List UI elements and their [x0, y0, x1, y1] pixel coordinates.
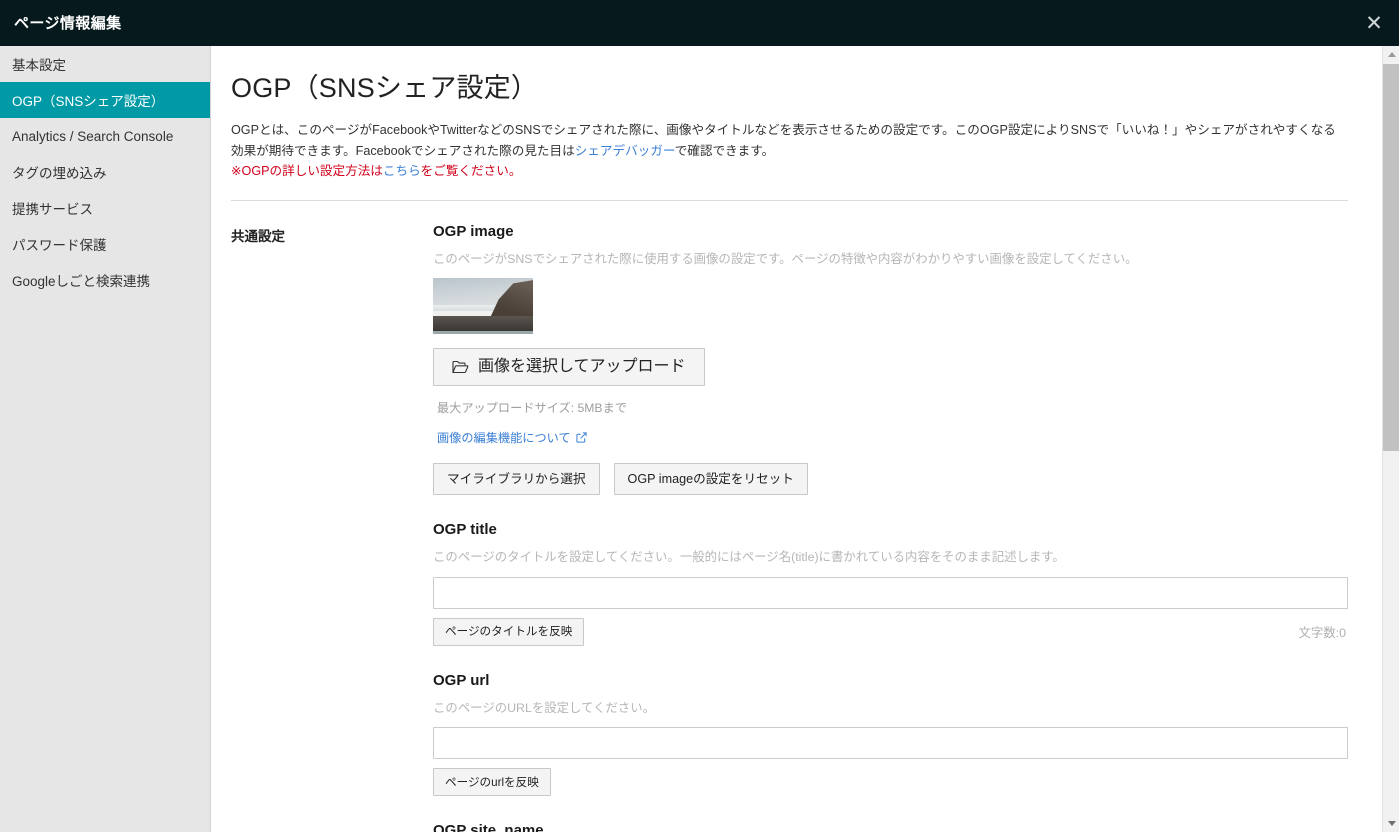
sidebar-item-basic-settings[interactable]: 基本設定 — [0, 46, 210, 82]
sidebar-item-analytics-search-console[interactable]: Analytics / Search Console — [0, 118, 210, 154]
intro-text-part1: OGPとは、このページがFacebookやTwitterなどのSNSでシェアされ… — [231, 123, 1336, 158]
ogp-url-input[interactable] — [433, 727, 1348, 760]
section-divider — [231, 199, 1348, 201]
sidebar-item-ogp[interactable]: OGP（SNSシェア設定） — [0, 82, 210, 118]
ogp-url-field: OGP url このページのURLを設定してください。 ページのurlを反映 — [433, 672, 1348, 797]
sidebar-item-google-jobs[interactable]: Googleしごと検索連携 — [0, 262, 210, 298]
common-settings-label: 共通設定 — [231, 228, 285, 244]
image-edit-feature-link[interactable]: 画像の編集機能について — [437, 428, 587, 446]
ogp-url-description: このページのURLを設定してください。 — [433, 700, 656, 715]
ogp-image-actions: マイライブラリから選択 OGP imageの設定をリセット — [433, 463, 1348, 496]
ogp-help-link[interactable]: こちら — [383, 164, 421, 178]
reset-ogp-image-button[interactable]: OGP imageの設定をリセット — [613, 463, 808, 496]
note-suffix: をご覧ください。 — [420, 164, 522, 179]
upload-image-button-label: 画像を選択してアップロード — [478, 358, 686, 376]
ogp-note: ※OGPの詳しい設定方法はこちらをご覧ください。 — [231, 164, 521, 178]
ogp-url-underrow: ページのurlを反映 — [433, 768, 1348, 797]
reflect-page-title-button[interactable]: ページのタイトルを反映 — [433, 617, 585, 646]
scroll-up-arrow-icon[interactable] — [1383, 46, 1399, 63]
ogp-title-underrow: ページのタイトルを反映 文字数:0 — [433, 617, 1348, 646]
common-settings-row: 共通設定 OGP image このページがSNSでシェアされた際に使用する画像の… — [231, 223, 1348, 832]
scroll-down-arrow-icon[interactable] — [1383, 815, 1399, 832]
ogp-site-name-field: OGP site_name このページ（Webサイト）の名前を設定してください。 — [433, 822, 1348, 832]
dialog-titlebar: ページ情報編集 ✕ — [0, 0, 1399, 46]
ogp-title-heading: OGP title — [433, 521, 497, 539]
ogp-image-thumbnail[interactable] — [433, 278, 533, 335]
dialog-title: ページ情報編集 — [14, 14, 122, 32]
ogp-introduction: OGPとは、このページがFacebookやTwitterなどのSNSでシェアされ… — [231, 120, 1348, 181]
ogp-url-heading: OGP url — [433, 671, 490, 689]
image-edit-feature-link-label: 画像の編集機能について — [437, 431, 571, 446]
ogp-title-input[interactable] — [433, 576, 1348, 609]
ogp-image-title: OGP image — [433, 222, 514, 240]
main-scrollbar[interactable] — [1382, 46, 1399, 832]
ogp-title-description: このページのタイトルを設定してください。一般的にはページ名(title)に書かれ… — [433, 550, 1065, 565]
external-link-icon — [576, 432, 587, 443]
upload-image-button[interactable]: 画像を選択してアップロード — [433, 348, 705, 387]
intro-text-part2: で確認できます。 — [674, 143, 775, 158]
upload-size-note: 最大アップロードサイズ: 5MBまで — [437, 401, 627, 416]
page-title: OGP（SNSシェア設定） — [231, 73, 539, 103]
ogp-image-field: OGP image このページがSNSでシェアされた際に使用する画像の設定です。… — [433, 223, 1348, 496]
folder-open-icon — [452, 360, 469, 374]
sidebar-item-partner-services[interactable]: 提携サービス — [0, 190, 210, 226]
ogp-site-name-heading: OGP site_name — [433, 822, 544, 832]
share-debugger-link[interactable]: シェアデバッガー — [575, 144, 675, 158]
note-prefix: ※OGPの詳しい設定方法は — [231, 164, 383, 179]
reflect-page-url-button[interactable]: ページのurlを反映 — [433, 768, 551, 797]
sidebar-item-tag-embed[interactable]: タグの埋め込み — [0, 154, 210, 190]
close-icon[interactable]: ✕ — [1361, 10, 1387, 36]
ogp-image-description: このページがSNSでシェアされた際に使用する画像の設定です。ページの特徴や内容が… — [433, 251, 1138, 266]
scrollbar-thumb[interactable] — [1383, 64, 1399, 451]
sidebar-item-password-protection[interactable]: パスワード保護 — [0, 226, 210, 262]
page-info-edit-dialog: ページ情報編集 ✕ 基本設定 OGP（SNSシェア設定） Analytics /… — [0, 0, 1399, 832]
settings-main-panel: OGP（SNSシェア設定） OGPとは、このページがFacebookやTwitt… — [212, 46, 1370, 832]
ogp-title-field: OGP title このページのタイトルを設定してください。一般的にはページ名(… — [433, 521, 1348, 646]
settings-sidebar: 基本設定 OGP（SNSシェア設定） Analytics / Search Co… — [0, 46, 211, 832]
ogp-title-char-count: 文字数:0 — [1298, 625, 1346, 640]
select-from-library-button[interactable]: マイライブラリから選択 — [433, 463, 600, 496]
